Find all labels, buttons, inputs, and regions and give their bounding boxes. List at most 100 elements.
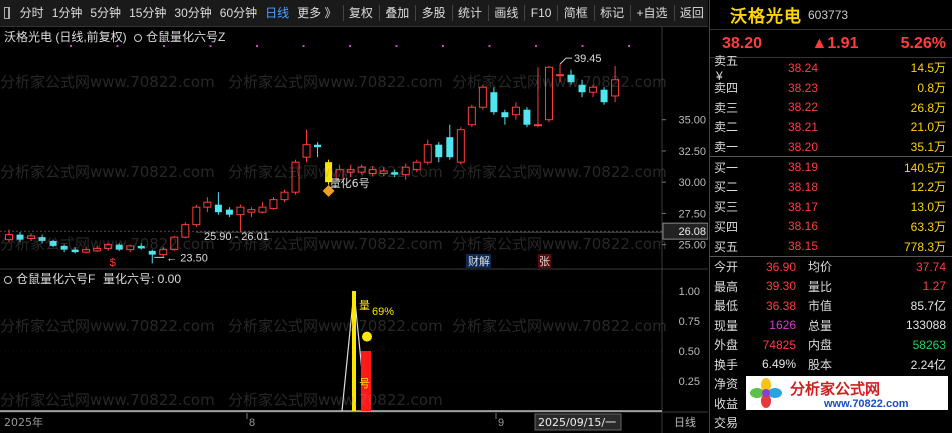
sub-tick-label: 0.25 [679, 376, 700, 388]
bid-label: 买一 [714, 160, 739, 175]
mark-button[interactable]: 标记 [596, 0, 628, 27]
tab-15min[interactable]: 15分钟 [125, 0, 170, 27]
watermark-text: 分析家公式网www.70822.com [228, 317, 443, 335]
main-indicator-name: 仓鼠量化六号Z [146, 30, 226, 44]
stat-value: 6.49% [761, 357, 796, 372]
chart-toolbar: 分时 1分钟 5分钟 15分钟 30分钟 60分钟 日线 更多 》 复权 叠加 … [0, 0, 708, 27]
bid-label: 买三 [714, 200, 739, 215]
low-price-label: ← 23.50 [166, 252, 208, 264]
main-indicator-legend[interactable]: 仓鼠量化六号Z [134, 28, 225, 45]
limit-marker: 张 [539, 255, 550, 268]
watermark-text: 分析家公式网www.70822.com [228, 391, 443, 409]
watermark-text: 分析家公式网www.70822.com [228, 163, 443, 181]
multi-stock-button[interactable]: 多股 [418, 0, 450, 27]
price-tick-label: 25.00 [678, 240, 706, 252]
chart-area[interactable]: 35.00 32.50 30.00 27.50 25.00 26.08 39.45 ← 23.… [0, 27, 708, 433]
candle-body [435, 144, 443, 158]
candle-body [280, 191, 289, 201]
indicator-text-hao: 号 [359, 377, 370, 390]
sub-tick-label: 0.50 [679, 346, 700, 358]
watermark-text: 分析家公式网www.70822.com [228, 235, 443, 253]
add-watchlist-button[interactable]: +自选 [633, 0, 672, 27]
bid-row[interactable]: 买四 38.16 63.3万 [710, 217, 952, 237]
tab-30min[interactable]: 30分钟 [170, 0, 215, 27]
signal-dot [163, 45, 165, 47]
more-periods-button[interactable]: 更多 》 [293, 0, 340, 27]
stat-value-2: 85.7亿 [910, 299, 946, 314]
tab-daily[interactable]: 日线 [261, 0, 293, 27]
tab-60min[interactable]: 60分钟 [216, 0, 261, 27]
ask-price: 38.21 [787, 119, 818, 134]
ask-row[interactable]: 卖四 38.23 0.8万 [710, 78, 952, 98]
stat-value-2: 133088 [905, 318, 946, 333]
high-price-label: 39.45 [574, 53, 602, 65]
ask-row[interactable]: 卖二 38.21 21.0万 [710, 117, 952, 137]
bid-volume: 140.5万 [903, 160, 946, 175]
watermark-text: 分析家公式网www.70822.com [0, 235, 215, 253]
bid-row[interactable]: 买二 38.18 12.2万 [710, 177, 952, 197]
stat-label: 最低 [714, 299, 739, 314]
candle-body [501, 112, 509, 118]
stock-code: 603773 [808, 7, 849, 22]
signal-dot [442, 45, 444, 47]
indicator-toggle-icon[interactable] [4, 275, 12, 284]
sidebar-toggle-icon[interactable] [4, 7, 10, 19]
chart-canvas[interactable]: 35.00 32.50 30.00 27.50 25.00 26.08 39.45 ← 23.… [0, 27, 708, 433]
indicator-toggle-icon[interactable] [134, 33, 142, 42]
signal-dot [349, 45, 351, 47]
site-logo: 分析家公式网 www.70822.com [746, 376, 948, 410]
adjust-button[interactable]: 复权 [345, 0, 377, 27]
watermark-text: 分析家公式网www.70822.com [452, 163, 667, 181]
signal-dot [302, 45, 305, 47]
stat-value-2: 58263 [912, 337, 946, 352]
stock-header: 沃格光电 603773 [710, 0, 952, 30]
financial-report-marker: 财解 [468, 254, 490, 268]
stat-value: 36.38 [765, 298, 796, 313]
stat-value: 36.90 [765, 259, 796, 274]
stat-row: 今开 36.90 均价 37.74 [710, 257, 952, 277]
overlay-button[interactable]: 叠加 [381, 0, 413, 27]
ask-row[interactable]: 卖一 38.20 35.1万 [710, 137, 952, 157]
ask-row[interactable]: 卖三 38.22 26.8万 [710, 97, 952, 117]
candle-body [600, 89, 608, 103]
ask-book: 卖五¥ 38.24 14.5万 卖四 38.23 0.8万 卖三 38.22 26.8万 卖二 38… [710, 54, 952, 157]
tab-1min[interactable]: 1分钟 [48, 0, 87, 27]
stat-label: 现量 [714, 318, 739, 333]
bid-row[interactable]: 买五 38.15 778.3万 [710, 236, 952, 256]
ask-volume: 21.0万 [910, 120, 946, 135]
stat-label-2: 量比 [807, 279, 832, 294]
ask-row[interactable]: 卖五¥ 38.24 14.5万 [710, 54, 952, 83]
candle-body [523, 109, 531, 125]
stat-value: 39.30 [765, 279, 796, 294]
bid-row[interactable]: 买三 38.17 13.0万 [710, 197, 952, 217]
sub-tick-label: 0.75 [679, 316, 700, 328]
f10-button[interactable]: F10 [527, 0, 556, 27]
candle-body [214, 204, 222, 213]
bid-row[interactable]: 买一 38.19 140.5万 [710, 157, 952, 177]
draw-line-button[interactable]: 画线 [490, 0, 522, 27]
ask-price: 38.22 [787, 100, 818, 115]
stat-row: 交易 [710, 413, 952, 433]
stat-label: 净资 [714, 377, 739, 392]
watermark-text: 分析家公式网www.70822.com [452, 317, 667, 335]
watermark-text: 分析家公式网www.70822.com [0, 391, 215, 409]
tab-5min[interactable]: 5分钟 [86, 0, 125, 27]
stat-label-2: 股本 [807, 357, 832, 372]
signal-dot [581, 45, 584, 47]
back-button[interactable]: 返回 [676, 0, 708, 27]
dividend-marker: $ [110, 257, 116, 269]
simple-frame-button[interactable]: 简框 [560, 0, 592, 27]
stat-label: 收益 [714, 396, 739, 411]
ask-label: 卖四 [714, 81, 739, 96]
tab-minute[interactable]: 分时 [16, 0, 48, 27]
signal-dot [70, 45, 72, 47]
statistics-button[interactable]: 统计 [454, 0, 486, 27]
stat-label: 换手 [714, 357, 739, 372]
stat-row: 换手 6.49% 股本 2.24亿 [710, 354, 952, 374]
stat-label-2: 市值 [807, 299, 832, 314]
sub-indicator-legend[interactable]: 仓鼠量化六号F [4, 270, 95, 287]
bid-book: 买一 38.19 140.5万 买二 38.18 12.2万 买三 38.17 13.0万 买四 3… [710, 157, 952, 255]
bid-label: 买四 [714, 219, 739, 234]
stat-row: 外盘 74825 内盘 58263 [710, 335, 952, 355]
price-tick-label: 30.00 [678, 177, 706, 189]
